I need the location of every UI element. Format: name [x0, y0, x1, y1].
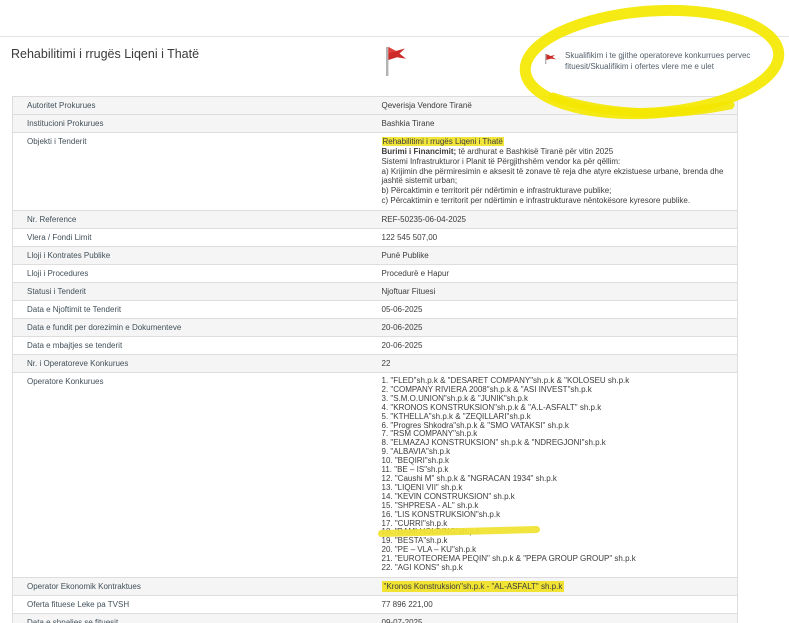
marker-annotation-note: Skualifikim i te gjithe operatoreve konk… [565, 51, 773, 72]
row-label: Autoritet Prokurues [13, 97, 374, 115]
table-row-winner: Operator Ekonomik Kontraktues "Kronos Ko… [13, 577, 738, 595]
row-value: Bashkia Tirane [374, 115, 738, 133]
row-label: Data e shpaljes se fituesit [13, 613, 374, 623]
row-label: Lloji i Kontrates Publike [13, 247, 374, 265]
row-value: 22 [374, 355, 738, 373]
row-value: 09-07-2025 [374, 613, 738, 623]
row-value: "Kronos Konstruksion"sh.p.k - "AL-ASFALT… [374, 577, 738, 595]
tender-object-details: Sistemi Infrastrukturor i Planit të Përg… [382, 157, 730, 205]
row-value: REF-50235-06-04-2025 [374, 211, 738, 229]
row-value: Njoftuar Fituesi [374, 283, 738, 301]
row-value: Rehabilitimi i rrugës Liqeni i Thatë Bur… [374, 133, 738, 211]
highlighted-tender-object: Rehabilitimi i rrugës Liqeni i Thatë [382, 137, 504, 146]
row-value: 122 545 507,00 [374, 229, 738, 247]
red-flag-icon [383, 44, 409, 83]
row-label: Lloji i Procedures [13, 265, 374, 283]
list-line: c) Përcaktimin e territorit per ndërtimi… [382, 196, 730, 205]
row-label: Oferta fituese Leke pa TVSH [13, 595, 374, 613]
list-line: b) Përcaktimin e territorit për ndërtimi… [382, 186, 730, 195]
financing-line: Burimi i Financimit; të ardhurat e Bashk… [382, 147, 730, 156]
row-label: Data e fundit per dorezimin e Dokumentev… [13, 319, 374, 337]
row-label: Institucioni Prokurues [13, 115, 374, 133]
table-row-objekti: Objekti i Tenderit Rehabilitimi i rrugës… [13, 133, 738, 211]
row-value: 05-06-2025 [374, 301, 738, 319]
red-flag-icon-small [544, 52, 557, 70]
table-row: Nr. Reference REF-50235-06-04-2025 [13, 211, 738, 229]
row-label: Operator Ekonomik Kontraktues [13, 577, 374, 595]
row-label: Nr. i Operatoreve Konkurues [13, 355, 374, 373]
row-label: Vlera / Fondi Limit [13, 229, 374, 247]
table-row: Statusi i Tenderit Njoftuar Fituesi [13, 283, 738, 301]
competing-operators-list: 1. "FLED"sh.p.k & "DESARET COMPANY"sh.p.… [374, 373, 738, 578]
row-value: 77 896 221,00 [374, 595, 738, 613]
row-value: Qeverisja Vendore Tiranë [374, 97, 738, 115]
row-value: 20-06-2025 [374, 337, 738, 355]
table-row: Data e Njoftimit te Tenderit 05-06-2025 [13, 301, 738, 319]
table-row: Data e mbajtjes se tenderit 20-06-2025 [13, 337, 738, 355]
table-row: Oferta fituese Leke pa TVSH 77 896 221,0… [13, 595, 738, 613]
table-row: Nr. i Operatoreve Konkurues 22 [13, 355, 738, 373]
row-label: Data e Njoftimit te Tenderit [13, 301, 374, 319]
row-value: Punë Publike [374, 247, 738, 265]
row-label: Nr. Reference [13, 211, 374, 229]
tender-detail-table: Autoritet Prokurues Qeverisja Vendore Ti… [12, 96, 738, 623]
table-row: Institucioni Prokurues Bashkia Tirane [13, 115, 738, 133]
table-row: Vlera / Fondi Limit 122 545 507,00 [13, 229, 738, 247]
table-row: Lloji i Kontrates Publike Punë Publike [13, 247, 738, 265]
list-line: a) Krijimin dhe përmiresimin e aksesit t… [382, 167, 730, 185]
table-row: Data e shpaljes se fituesit 09-07-2025 [13, 613, 738, 623]
table-row: Lloji i Procedures Procedurë e Hapur [13, 265, 738, 283]
row-value: 20-06-2025 [374, 319, 738, 337]
row-label: Objekti i Tenderit [13, 133, 374, 211]
tender-detail-page: Rehabilitimi i rrugës Liqeni i Thatë Sku… [0, 0, 789, 623]
table-row-operators: Operatore Konkurues 1. "FLED"sh.p.k & "D… [13, 373, 738, 578]
row-label: Operatore Konkurues [13, 373, 374, 578]
list-line: 22. "AGI KONS" sh.p.k [382, 564, 730, 573]
list-line: Sistemi Infrastrukturor i Planit të Përg… [382, 157, 730, 166]
table-row: Data e fundit per dorezimin e Dokumentev… [13, 319, 738, 337]
table-row: Autoritet Prokurues Qeverisja Vendore Ti… [13, 97, 738, 115]
page-title: Rehabilitimi i rrugës Liqeni i Thatë [11, 47, 199, 61]
row-value: Procedurë e Hapur [374, 265, 738, 283]
highlighted-winner: "Kronos Konstruksion"sh.p.k - "AL-ASFALT… [382, 581, 565, 592]
header-divider [0, 36, 789, 37]
row-label: Statusi i Tenderit [13, 283, 374, 301]
row-label: Data e mbajtjes se tenderit [13, 337, 374, 355]
